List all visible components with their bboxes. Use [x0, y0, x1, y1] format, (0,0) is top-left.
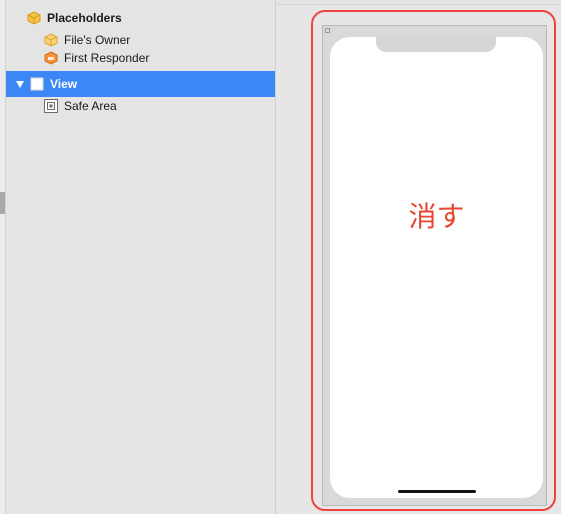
outline-item-label: View — [50, 77, 78, 91]
outline-item-view[interactable]: View — [6, 71, 275, 97]
outline-item-label: Placeholders — [47, 11, 122, 25]
outline-item-safe-area[interactable]: Safe Area — [6, 97, 275, 115]
placeholder-cube-icon — [27, 11, 41, 25]
gutter-scroll-marker[interactable] — [0, 192, 5, 214]
outline-item-label: File's Owner — [64, 33, 131, 47]
view-icon — [30, 77, 44, 91]
canvas-divider — [277, 4, 561, 5]
outline-item-first-responder[interactable]: First Responder — [6, 49, 275, 67]
red-highlight-outline — [311, 10, 556, 511]
document-outline: Placeholders File's Owner First Responde… — [0, 0, 276, 514]
disclosure-triangle-icon[interactable] — [14, 78, 26, 90]
outline-item-placeholders[interactable]: Placeholders — [6, 9, 275, 27]
outline-item-label: First Responder — [64, 51, 150, 65]
safe-area-icon — [44, 99, 58, 113]
outline-item-label: Safe Area — [64, 99, 117, 113]
first-responder-cube-icon — [44, 51, 58, 65]
outline-item-files-owner[interactable]: File's Owner — [6, 31, 275, 49]
files-owner-cube-icon — [44, 33, 58, 47]
